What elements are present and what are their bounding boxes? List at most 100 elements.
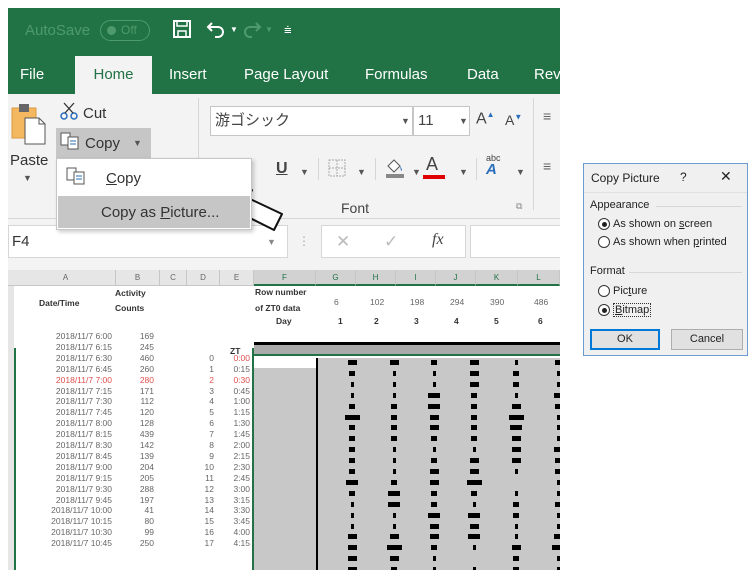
column-header-l[interactable]: L — [518, 270, 560, 286]
menu-item-copy-as-picture[interactable]: Copy as Picture... — [58, 196, 250, 228]
tab-data[interactable]: Data — [457, 56, 509, 94]
tab-review[interactable]: Rev — [524, 56, 560, 94]
column-header-c[interactable]: C — [160, 270, 187, 286]
index-cell: 14 — [204, 505, 214, 516]
underline-dropdown-icon[interactable]: ▼ — [300, 167, 309, 177]
customize-qat-icon[interactable]: ⩧ — [284, 19, 292, 41]
phonetic-dropdown-icon[interactable]: ▼ — [516, 167, 525, 177]
fill-color-dropdown-icon[interactable]: ▼ — [412, 167, 421, 177]
day-cell: 6 — [538, 316, 543, 326]
undo-dropdown-icon[interactable]: ▼ — [230, 19, 238, 41]
actogram-bar — [349, 469, 355, 474]
column-header-j[interactable]: J — [436, 270, 476, 286]
column-header-d[interactable]: D — [187, 270, 220, 286]
align-left-icon[interactable]: ≡ — [543, 158, 551, 174]
actogram-plot — [254, 358, 560, 570]
column-header-h[interactable]: H — [356, 270, 396, 286]
activity-count-cell: 245 — [139, 341, 154, 352]
cancel-icon[interactable]: ✕ — [336, 232, 350, 252]
menu-item-copy-as-picture-label: Copy as Picture... — [101, 203, 220, 221]
autosave-toggle[interactable]: Off — [100, 20, 150, 41]
column-header-i[interactable]: I — [396, 270, 436, 286]
help-button[interactable]: ? — [680, 170, 687, 184]
column-header-e[interactable]: E — [220, 270, 254, 286]
font-size-dropdown-icon[interactable]: ▼ — [459, 107, 468, 135]
actogram-bar — [347, 534, 357, 540]
font-color-dropdown-icon[interactable]: ▼ — [459, 167, 468, 177]
tab-page-layout[interactable]: Page Layout — [234, 56, 338, 94]
column-header-k[interactable]: K — [476, 270, 518, 286]
save-icon[interactable] — [172, 19, 192, 44]
formula-bar-grip-icon[interactable]: ⋮ — [298, 234, 310, 248]
tab-home[interactable]: Home — [75, 56, 152, 94]
row-number-cell: 198 — [410, 297, 425, 307]
zt-cell: 1:00 — [233, 396, 250, 407]
actogram-bar — [469, 469, 479, 474]
tab-file[interactable]: File — [10, 56, 54, 94]
activity-count-cell: 250 — [139, 538, 154, 549]
phonetic-guide-icon[interactable]: abc A — [486, 154, 501, 178]
formula-input[interactable] — [470, 225, 560, 258]
actogram-bar — [432, 567, 436, 570]
cut-label: Cut — [83, 104, 107, 122]
index-cell: 0 — [209, 352, 214, 363]
undo-icon[interactable] — [206, 19, 228, 44]
zt-cell: 0:15 — [233, 363, 250, 374]
worksheet-grid[interactable]: Date/Time Activity Counts ZT Row number … — [8, 286, 560, 570]
actogram-bar — [556, 436, 560, 442]
cut-button[interactable]: Cut — [60, 100, 106, 126]
radio-label: Picture — [613, 285, 648, 297]
menu-item-copy[interactable]: Copy — [58, 162, 250, 194]
column-header-f[interactable]: F — [254, 270, 316, 286]
enter-icon[interactable]: ✓ — [384, 232, 398, 252]
actogram-bar — [556, 425, 560, 431]
datetime-cell: 2018/11/7 6:00 — [55, 331, 112, 341]
tab-insert[interactable]: Insert — [159, 56, 217, 94]
actogram-bar — [556, 512, 560, 518]
font-dialog-launcher-icon[interactable]: ⧉ — [516, 201, 522, 212]
column-header-a[interactable]: A — [16, 270, 116, 286]
scissors-icon — [60, 102, 78, 124]
radio-picture[interactable]: Picture — [598, 285, 647, 297]
copy-dropdown-icon[interactable]: ▼ — [133, 138, 142, 148]
fill-color-icon[interactable] — [384, 156, 406, 183]
font-name-dropdown-icon[interactable]: ▼ — [401, 107, 410, 135]
copy-button[interactable]: Copy ▼ — [56, 128, 151, 158]
actogram-bar — [556, 556, 560, 562]
radio-as-shown-on-screen[interactable]: As shown on screen — [598, 218, 712, 230]
insert-function-icon[interactable]: fx — [432, 231, 444, 249]
paste-button[interactable]: Paste — [10, 152, 48, 169]
actogram-bar — [350, 523, 354, 529]
close-button[interactable]: ✕ — [720, 168, 732, 185]
zt-cell: 1:45 — [233, 429, 250, 440]
align-top-icon[interactable]: ≡ — [543, 108, 551, 124]
formula-buttons: ✕ ✓ fx — [321, 225, 466, 258]
actogram-bar — [389, 556, 399, 562]
column-header-b[interactable]: B — [116, 270, 160, 286]
index-cell: 12 — [204, 483, 214, 494]
index-cell: 11 — [205, 472, 214, 483]
zt-cell: 4:00 — [233, 527, 250, 538]
borders-dropdown-icon[interactable]: ▼ — [357, 167, 366, 177]
actogram-bar — [347, 545, 357, 551]
font-color-icon[interactable]: A — [423, 154, 445, 179]
decrease-font-size-icon[interactable]: A▼ — [505, 112, 522, 128]
cancel-button[interactable]: Cancel — [671, 329, 743, 350]
font-size-combo[interactable]: 11 ▼ — [413, 106, 470, 136]
radio-as-shown-when-printed[interactable]: As shown when printed — [598, 236, 727, 248]
tab-formulas[interactable]: Formulas — [355, 56, 438, 94]
zt-cell: 3:00 — [233, 483, 250, 494]
selection-border-left — [14, 348, 16, 570]
ok-button[interactable]: OK — [590, 329, 660, 350]
paste-dropdown-icon[interactable]: ▼ — [23, 173, 32, 183]
header-of-zt0-data: of ZT0 data — [255, 303, 301, 313]
underline-icon[interactable]: U — [276, 160, 288, 178]
paste-icon[interactable] — [11, 102, 47, 146]
borders-icon[interactable] — [328, 159, 346, 182]
font-name-combo[interactable]: 游ゴシック ▼ — [210, 106, 413, 136]
actogram-bar — [511, 458, 521, 464]
actogram-bar — [556, 414, 560, 420]
column-header-g[interactable]: G — [316, 270, 356, 286]
radio-bitmap[interactable]: Bitmap — [598, 303, 652, 317]
increase-font-size-icon[interactable]: A▲ — [476, 110, 495, 128]
